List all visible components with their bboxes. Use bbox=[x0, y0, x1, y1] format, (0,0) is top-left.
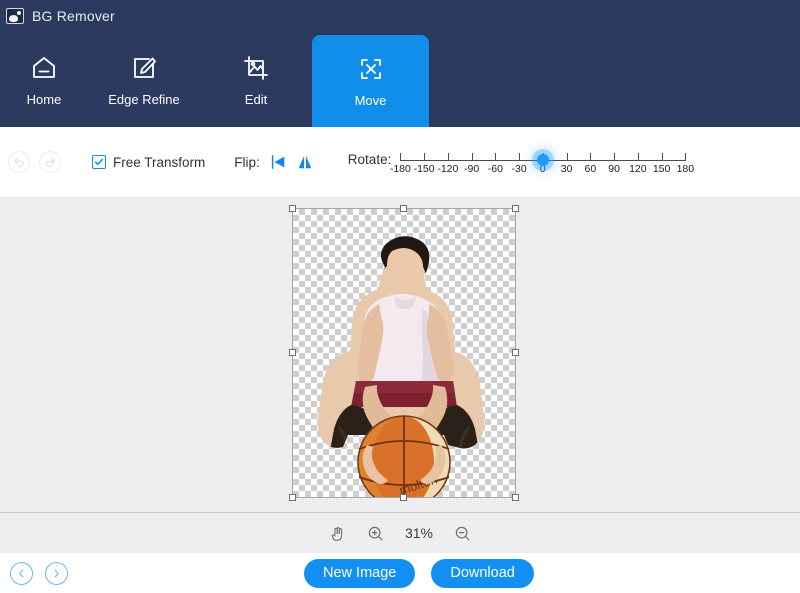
flip-controls: Flip: bbox=[234, 153, 314, 171]
transform-toolbar: Free Transform Flip: Rotate: -180 -150 -… bbox=[0, 127, 800, 198]
bg-remover-window: BG Remover Home Edge Refine Edit Move Fr… bbox=[0, 0, 800, 593]
rotate-tick-label: -60 bbox=[487, 163, 503, 175]
flip-vertical-icon[interactable] bbox=[296, 153, 314, 171]
rotate-tick-label: -30 bbox=[511, 163, 527, 175]
subject-photo: molten bbox=[317, 236, 485, 497]
zoom-toolbar: 31% bbox=[0, 512, 800, 553]
nav-tab-move[interactable]: Move bbox=[312, 35, 429, 127]
nav-tab-edit-label: Edit bbox=[244, 91, 268, 107]
main-nav: Home Edge Refine Edit Move bbox=[0, 32, 800, 127]
zoom-in-icon[interactable] bbox=[367, 525, 384, 542]
handle-middle-left[interactable] bbox=[289, 349, 296, 356]
history-buttons bbox=[8, 151, 61, 173]
home-icon bbox=[29, 53, 59, 83]
selection-frame[interactable]: molten bbox=[289, 205, 519, 501]
zoom-out-icon[interactable] bbox=[454, 525, 471, 542]
rotate-tick-label: 30 bbox=[560, 163, 573, 175]
pen-edit-square-icon bbox=[129, 53, 159, 83]
rotate-tick bbox=[566, 153, 568, 161]
handle-bottom-center[interactable] bbox=[400, 494, 407, 501]
nav-tab-edit[interactable]: Edit bbox=[200, 32, 312, 127]
rotate-tick-label: 120 bbox=[629, 163, 647, 175]
handle-top-left[interactable] bbox=[289, 205, 296, 212]
rotate-tick-label: 90 bbox=[608, 163, 620, 175]
rotate-tick-label: 150 bbox=[652, 163, 671, 175]
handle-top-right[interactable] bbox=[512, 205, 519, 212]
rotate-tick-label: -90 bbox=[463, 163, 480, 175]
footer-bar: New Image Download bbox=[0, 553, 800, 593]
rotate-tick-label: 180 bbox=[676, 163, 695, 175]
checkbox-box[interactable] bbox=[92, 155, 106, 169]
rotate-tick bbox=[471, 153, 473, 161]
rotate-tick bbox=[614, 153, 616, 161]
rotate-tick-label: -150 bbox=[413, 163, 435, 175]
rotate-tick bbox=[519, 153, 521, 161]
rotate-tick-label: -120 bbox=[437, 163, 459, 175]
handle-bottom-left[interactable] bbox=[289, 494, 296, 501]
zoom-level: 31% bbox=[404, 525, 434, 541]
rotate-tick-label: -180 bbox=[389, 163, 411, 175]
rotate-control: Rotate: -180 -150 -120 -90 -60 -30 0 30 60 90 120 1… bbox=[347, 141, 694, 183]
rotate-tick bbox=[685, 153, 687, 161]
download-button[interactable]: Download bbox=[431, 558, 534, 588]
rotate-tick bbox=[424, 153, 426, 161]
new-image-button[interactable]: New Image bbox=[304, 558, 416, 588]
nav-tab-home[interactable]: Home bbox=[0, 32, 88, 127]
flip-horizontal-icon[interactable] bbox=[269, 153, 287, 171]
undo-button[interactable] bbox=[8, 151, 30, 173]
rotate-tick bbox=[637, 153, 639, 161]
free-transform-checkbox[interactable]: Free Transform bbox=[92, 155, 205, 170]
app-title: BG Remover bbox=[32, 8, 115, 24]
redo-button[interactable] bbox=[39, 151, 61, 173]
chevron-right-circle-icon[interactable] bbox=[45, 561, 68, 585]
rotate-slider[interactable]: -180 -150 -120 -90 -60 -30 0 30 60 90 120 150 180 bbox=[390, 141, 694, 183]
free-transform-label: Free Transform bbox=[113, 154, 206, 170]
image-canvas[interactable]: molten bbox=[0, 198, 800, 512]
rotate-tick bbox=[661, 153, 663, 161]
rotate-tick-label: 60 bbox=[584, 163, 597, 175]
handle-top-center[interactable] bbox=[400, 205, 407, 212]
handle-bottom-right[interactable] bbox=[512, 494, 519, 501]
handle-middle-right[interactable] bbox=[512, 349, 519, 356]
rotate-tick bbox=[447, 153, 449, 161]
nav-tab-home-label: Home bbox=[26, 91, 62, 107]
rotate-tick bbox=[495, 153, 497, 161]
move-arrows-icon bbox=[356, 54, 386, 84]
chevron-left-circle-icon[interactable] bbox=[10, 561, 33, 585]
image-photo-icon bbox=[6, 8, 24, 24]
rotate-tick bbox=[400, 153, 402, 161]
image-pager bbox=[10, 561, 68, 585]
nav-tab-edge-refine[interactable]: Edge Refine bbox=[88, 32, 200, 127]
rotate-tick bbox=[590, 153, 592, 161]
rotate-label: Rotate: bbox=[347, 152, 392, 167]
flip-label: Flip: bbox=[234, 154, 260, 170]
primary-actions: New Image Download bbox=[304, 558, 534, 588]
nav-tab-edge-refine-label: Edge Refine bbox=[108, 91, 180, 107]
transparent-backdrop: molten bbox=[292, 208, 516, 498]
nav-tab-move-label: Move bbox=[354, 93, 387, 108]
title-bar: BG Remover bbox=[0, 0, 800, 32]
rotate-slider-handle[interactable] bbox=[536, 154, 549, 166]
image-crop-icon bbox=[241, 53, 271, 83]
hand-icon[interactable] bbox=[329, 525, 346, 542]
